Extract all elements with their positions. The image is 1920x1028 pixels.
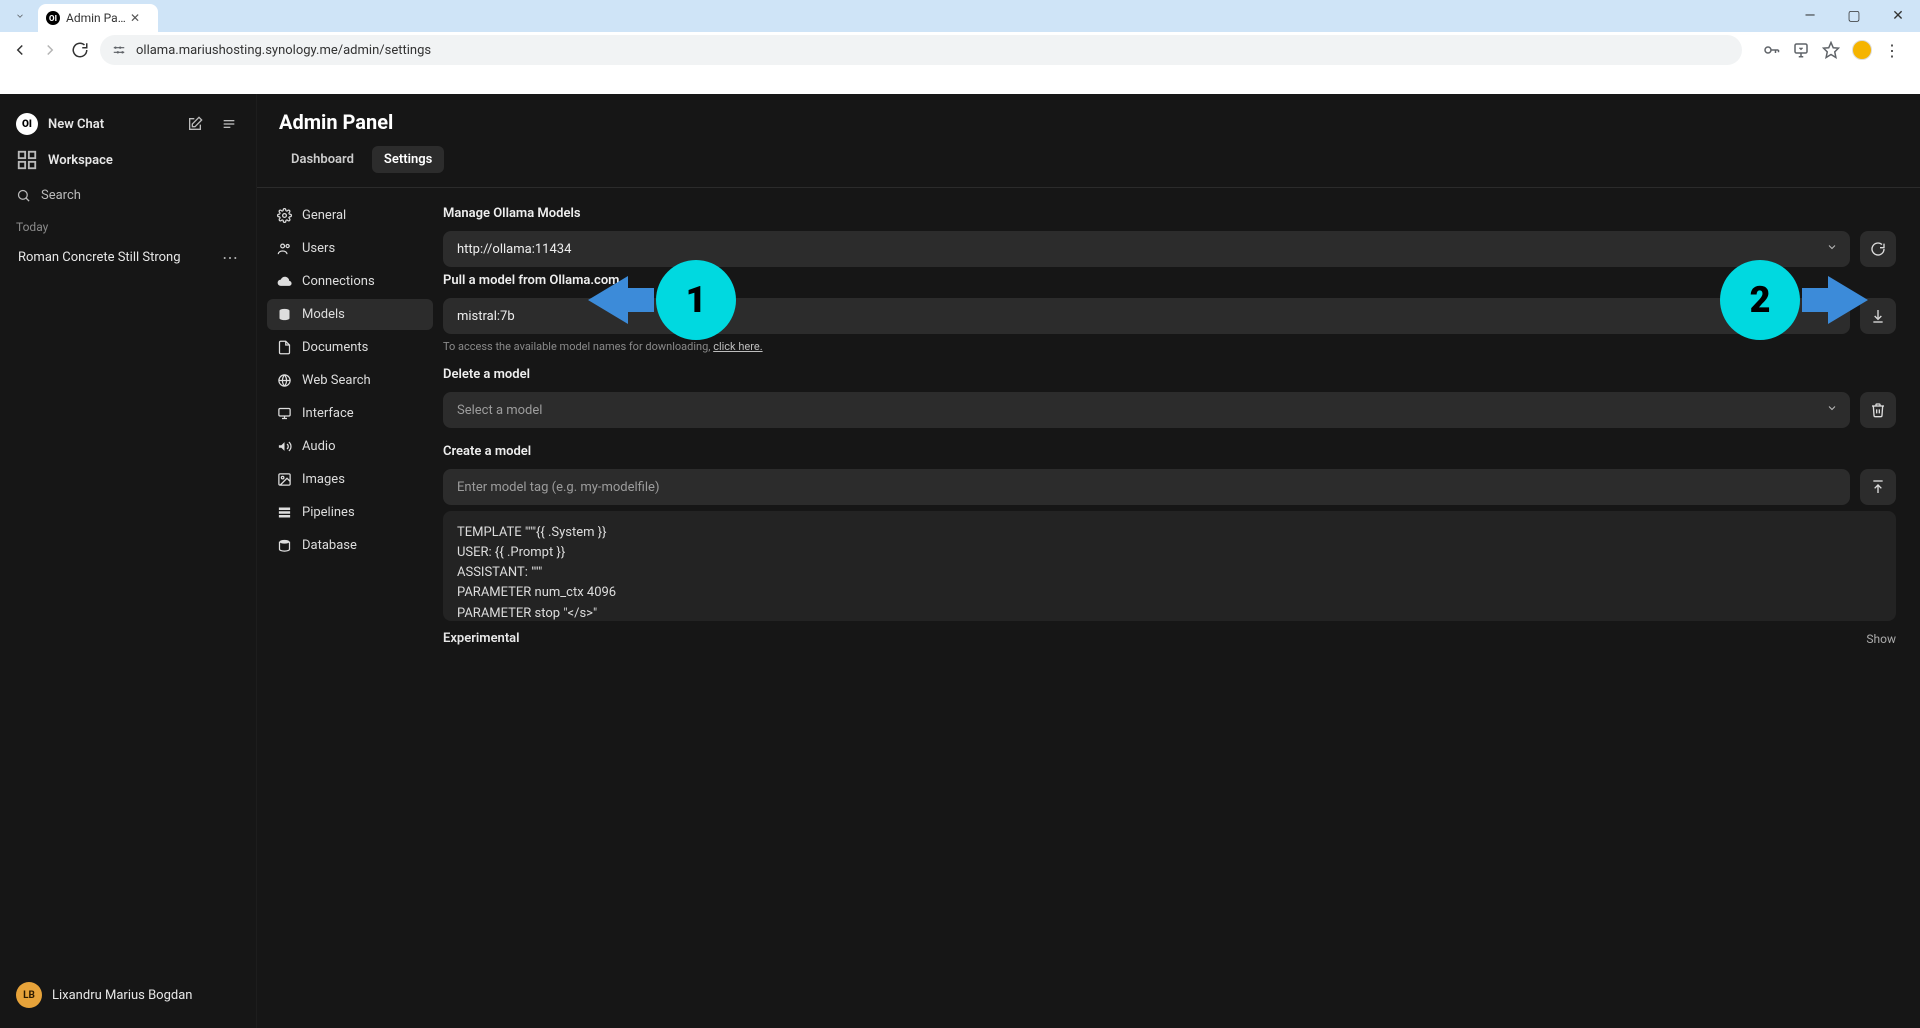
- search-input[interactable]: Search: [10, 178, 246, 212]
- delete-model-button[interactable]: [1860, 392, 1896, 428]
- pull-help-link[interactable]: click here.: [713, 340, 762, 353]
- nav-interface-label: Interface: [302, 406, 354, 421]
- chat-sidebar: OI New Chat Workspace Search: [0, 94, 257, 1028]
- new-chat-label: New Chat: [48, 117, 104, 132]
- nav-models[interactable]: Models: [267, 299, 433, 330]
- install-app-icon[interactable]: [1792, 41, 1810, 59]
- nav-websearch-label: Web Search: [302, 373, 371, 388]
- tab-settings[interactable]: Settings: [372, 146, 444, 173]
- pull-model-input[interactable]: mistral:7b: [443, 298, 1850, 334]
- bookmark-star-icon[interactable]: [1822, 41, 1840, 59]
- new-chat-button[interactable]: OI New Chat: [16, 113, 104, 135]
- create-model-placeholder: Enter model tag (e.g. my-modelfile): [457, 480, 659, 495]
- tab-search-caret[interactable]: [8, 4, 32, 28]
- nav-database[interactable]: Database: [267, 530, 433, 561]
- tab-title: Admin Pan…: [66, 11, 126, 25]
- pull-model-label: Pull a model from Ollama.com: [443, 273, 1896, 288]
- pull-help-pre: To access the available model names for …: [443, 340, 713, 353]
- app: OI New Chat Workspace Search: [0, 94, 1920, 1028]
- delete-model-placeholder: Select a model: [457, 403, 542, 418]
- workspace-button[interactable]: Workspace: [16, 149, 113, 171]
- profile-avatar[interactable]: [1852, 40, 1872, 60]
- settings-nav: General Users Connections Models Documen…: [257, 188, 443, 1028]
- experimental-label: Experimental: [443, 631, 520, 646]
- password-key-icon[interactable]: [1762, 41, 1780, 59]
- ollama-url-select[interactable]: http://ollama:11434: [443, 231, 1850, 267]
- chevron-down-icon: [1826, 241, 1838, 257]
- nav-users[interactable]: Users: [267, 233, 433, 264]
- modelfile-textarea[interactable]: TEMPLATE """{{ .System }} USER: {{ .Prom…: [443, 511, 1896, 621]
- browser-tab[interactable]: OI Admin Pan… ✕: [38, 4, 158, 32]
- nav-images[interactable]: Images: [267, 464, 433, 495]
- create-model-tag-input[interactable]: Enter model tag (e.g. my-modelfile): [443, 469, 1850, 505]
- nav-general-label: General: [302, 208, 346, 223]
- create-model-label: Create a model: [443, 444, 1896, 459]
- tab-favicon-icon: OI: [46, 11, 60, 25]
- browser-menu-icon[interactable]: ⋮: [1884, 41, 1900, 60]
- app-logo-icon: OI: [16, 113, 38, 135]
- address-bar[interactable]: ollama.mariushosting.synology.me/admin/s…: [100, 35, 1742, 65]
- compose-icon[interactable]: [184, 113, 206, 135]
- nav-forward-button[interactable]: [40, 40, 60, 60]
- delete-model-select[interactable]: Select a model: [443, 392, 1850, 428]
- tab-dashboard[interactable]: Dashboard: [279, 146, 366, 173]
- page-title: Admin Panel: [279, 110, 1898, 134]
- nav-interface[interactable]: Interface: [267, 398, 433, 429]
- manage-models-label: Manage Ollama Models: [443, 206, 1896, 221]
- nav-connections-label: Connections: [302, 274, 375, 289]
- create-model-upload-button[interactable]: [1860, 469, 1896, 505]
- window-minimize-icon[interactable]: —: [1796, 8, 1824, 24]
- nav-pipelines[interactable]: Pipelines: [267, 497, 433, 528]
- pull-help: To access the available model names for …: [443, 340, 1896, 353]
- nav-general[interactable]: General: [267, 200, 433, 231]
- address-url: ollama.mariushosting.synology.me/admin/s…: [136, 43, 431, 58]
- nav-audio[interactable]: Audio: [267, 431, 433, 462]
- pull-download-button[interactable]: [1860, 298, 1896, 334]
- nav-images-label: Images: [302, 472, 345, 487]
- chat-item-more-icon[interactable]: ⋯: [222, 248, 238, 267]
- chat-history-item[interactable]: Roman Concrete Still Strong ⋯: [10, 242, 246, 273]
- nav-connections[interactable]: Connections: [267, 266, 433, 297]
- nav-reload-button[interactable]: [70, 40, 90, 60]
- chevron-down-icon: [1826, 402, 1838, 418]
- ollama-url-value: http://ollama:11434: [457, 242, 571, 257]
- nav-models-label: Models: [302, 307, 345, 322]
- window-maximize-icon[interactable]: ▢: [1840, 8, 1868, 24]
- browser-divider: [0, 68, 1920, 94]
- section-today: Today: [10, 212, 246, 242]
- user-avatar[interactable]: LB: [16, 982, 42, 1008]
- window-close-icon[interactable]: ✕: [1884, 8, 1912, 24]
- nav-database-label: Database: [302, 538, 357, 553]
- settings-content: Manage Ollama Models http://ollama:11434…: [443, 188, 1920, 1028]
- browser-tabstrip: OI Admin Pan… ✕ — ▢ ✕: [0, 0, 1920, 32]
- admin-main: Admin Panel Dashboard Settings General U…: [257, 94, 1920, 1028]
- delete-model-label: Delete a model: [443, 367, 1896, 382]
- pull-model-value: mistral:7b: [457, 309, 515, 324]
- nav-audio-label: Audio: [302, 439, 335, 454]
- workspace-label: Workspace: [48, 153, 113, 168]
- tab-close-icon[interactable]: ✕: [130, 11, 140, 25]
- nav-web-search[interactable]: Web Search: [267, 365, 433, 396]
- site-settings-icon[interactable]: [112, 43, 126, 57]
- nav-documents[interactable]: Documents: [267, 332, 433, 363]
- browser-toolbar: ollama.mariushosting.synology.me/admin/s…: [0, 32, 1920, 68]
- user-name[interactable]: Lixandru Marius Bogdan: [52, 988, 192, 1003]
- workspace-icon: [16, 149, 38, 171]
- search-label: Search: [41, 188, 81, 203]
- nav-pipelines-label: Pipelines: [302, 505, 355, 520]
- toggle-sidebar-icon[interactable]: [218, 113, 240, 135]
- refresh-url-button[interactable]: [1860, 231, 1896, 267]
- experimental-show-button[interactable]: Show: [1866, 632, 1896, 646]
- chat-title: Roman Concrete Still Strong: [18, 250, 181, 265]
- nav-back-button[interactable]: [10, 40, 30, 60]
- nav-documents-label: Documents: [302, 340, 368, 355]
- nav-users-label: Users: [302, 241, 335, 256]
